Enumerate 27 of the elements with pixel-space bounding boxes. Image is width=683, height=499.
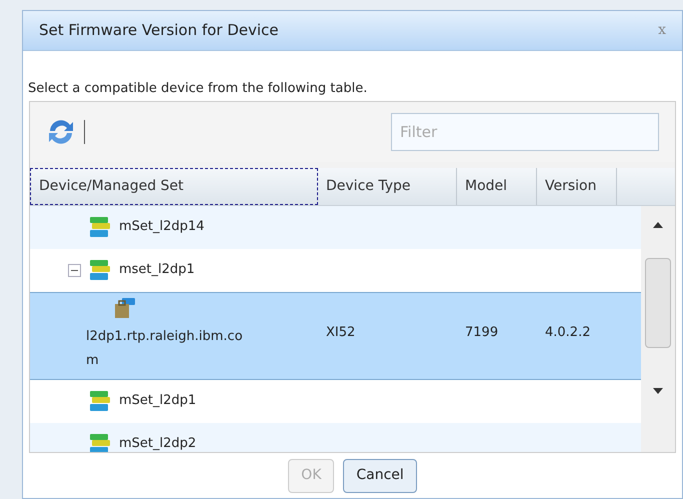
instruction-text: Select a compatible device from the following table. [28, 80, 368, 98]
scroll-up-icon[interactable] [653, 222, 663, 228]
briefcase-icon [114, 296, 136, 318]
collapse-icon[interactable] [68, 264, 81, 276]
set-name: mSet_l2dp2 [119, 435, 196, 452]
filter-field[interactable]: Filter [391, 112, 659, 150]
table-row[interactable]: l2dp1.rtp.raleigh.ibm.com XI52 7199 4.0.2.2 [30, 292, 641, 380]
column-header[interactable]: Device Type [318, 168, 457, 204]
set-name: mSet_l2dp1 [119, 392, 196, 410]
scroll-down-icon[interactable] [653, 388, 663, 394]
dialog-title: Set Firmware Version for Device [39, 20, 279, 42]
column-header[interactable]: Version [537, 168, 617, 204]
server-stack-icon [89, 259, 111, 281]
server-stack-icon [89, 433, 111, 452]
version-cell-text: 4.0.2.2 [544, 324, 592, 342]
device-type-cell-text: XI52 [325, 324, 356, 342]
dialog-button[interactable]: Cancel [343, 458, 417, 492]
table-row[interactable]: mSet_l2dp14 [30, 206, 641, 248]
server-stack-icon [89, 390, 111, 412]
column-header[interactable]: Model [457, 168, 537, 204]
set-name: mset_l2dp1 [119, 261, 195, 280]
column-header[interactable]: Device/Managed Set [30, 168, 318, 204]
model-cell-text: 7199 [464, 324, 500, 342]
server-stack-icon [89, 216, 111, 238]
set-name: mSet_l2dp14 [119, 218, 204, 236]
table-row[interactable]: mSet_l2dp2 [30, 422, 641, 452]
device-name: l2dp1.rtp.raleigh.ibm.com [86, 328, 244, 370]
